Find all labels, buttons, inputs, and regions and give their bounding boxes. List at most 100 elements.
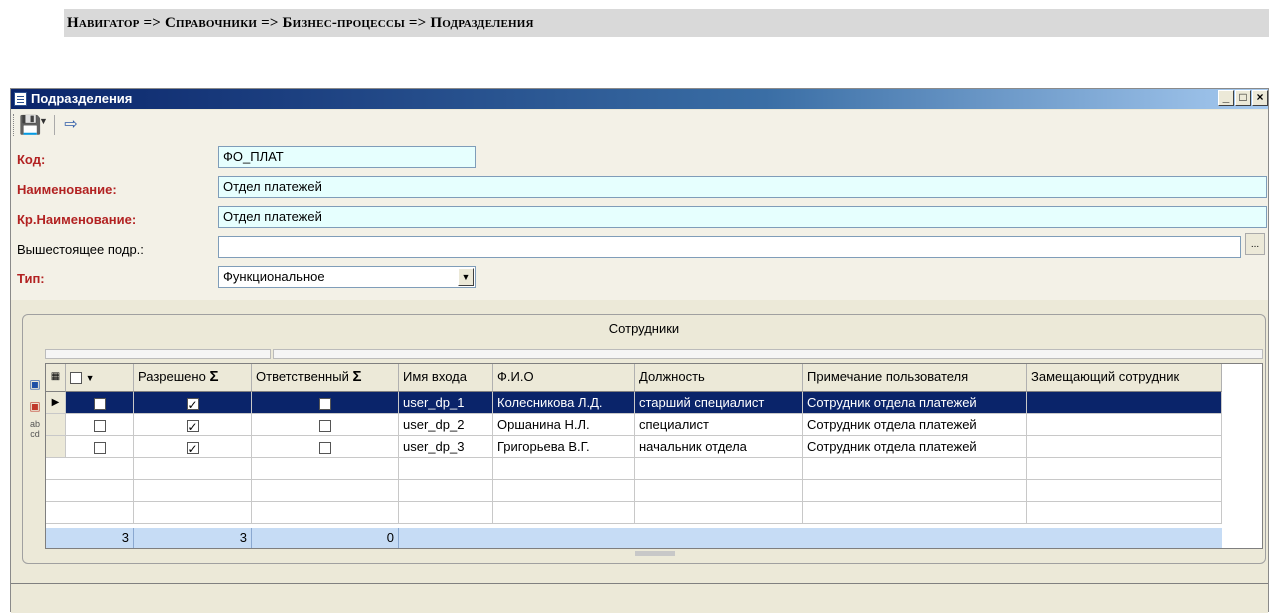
chevron-down-icon[interactable]: ▼ [458, 268, 474, 286]
type-select-value: Функциональное [223, 269, 325, 284]
header-fio[interactable]: Ф.И.О [493, 364, 635, 392]
login-cell[interactable]: user_dp_3 [399, 436, 493, 458]
parent-department-input[interactable] [218, 236, 1241, 258]
allowed-checkbox[interactable] [186, 417, 199, 435]
form-area: Код: ФО_ПЛАТ Наименование: Отдел платеже… [11, 140, 1268, 300]
substitute-cell[interactable] [1027, 436, 1222, 458]
empty-row[interactable] [46, 502, 1262, 524]
header-responsible-label: Ответственный [256, 369, 349, 384]
floppy-disk-icon[interactable]: 💾 [19, 115, 41, 135]
responsible-checkbox[interactable] [319, 419, 331, 432]
login-cell[interactable]: user_dp_2 [399, 414, 493, 436]
chevron-down-icon[interactable]: ▼ [86, 373, 95, 383]
note-cell[interactable]: Сотрудник отдела платежей [803, 392, 1027, 414]
side-buttons: ▣ ▣ ab cd [26, 373, 44, 439]
minimize-button[interactable]: _ [1218, 90, 1234, 106]
exit-icon[interactable]: ⇨ [61, 115, 81, 135]
header-login[interactable]: Имя входа [399, 364, 493, 392]
spellcheck-icon[interactable]: ab cd [26, 417, 44, 439]
splitter-handle[interactable] [635, 551, 675, 556]
departments-window: Подразделения _ □ × 💾 ▼ ⇨ Код: ФО_ПЛАТ Н… [10, 88, 1269, 613]
close-button[interactable]: × [1252, 90, 1268, 106]
select-all-header[interactable]: ▼ [66, 364, 134, 392]
position-cell[interactable]: начальник отдела [635, 436, 803, 458]
footer-count: 3 [46, 528, 134, 548]
allowed-cell[interactable] [134, 436, 252, 458]
column-chooser-icon[interactable]: ▦ [46, 364, 66, 392]
fio-cell[interactable]: Григорьева В.Г. [493, 436, 635, 458]
toolbar-separator [54, 115, 55, 135]
title-bar: Подразделения _ □ × [11, 89, 1268, 109]
parent-department-browse-button[interactable]: ... [1245, 233, 1265, 255]
row-select-checkbox[interactable] [93, 441, 106, 454]
type-select[interactable]: Функциональное ▼ [218, 266, 476, 288]
delete-row-icon[interactable]: ▣ [26, 395, 44, 417]
allowed-checkbox[interactable] [186, 439, 199, 457]
code-label: Код: [17, 152, 46, 167]
window-title: Подразделения [31, 91, 133, 106]
toolbar: 💾 ▼ ⇨ [11, 110, 1268, 140]
allowed-cell[interactable] [134, 392, 252, 414]
fio-cell[interactable]: Оршанина Н.Л. [493, 414, 635, 436]
footer-responsible-sum: 0 [252, 528, 399, 548]
table-row[interactable]: user_dp_2 Оршанина Н.Л. специалист Сотру… [46, 414, 1262, 436]
responsible-cell[interactable] [252, 414, 399, 436]
allowed-checkbox[interactable] [186, 395, 199, 413]
sigma-icon: Σ [352, 368, 362, 385]
row-select-cell[interactable] [66, 436, 134, 458]
name-label: Наименование: [17, 182, 117, 197]
fio-cell[interactable]: Колесникова Л.Д. [493, 392, 635, 414]
grid-splitter[interactable] [45, 551, 1263, 557]
select-all-checkbox[interactable] [70, 371, 82, 384]
form-icon [14, 92, 27, 106]
grid-header: ▦ ▼ Разрешено Σ Ответственный Σ Имя вход… [46, 364, 1262, 392]
table-row[interactable]: ▶ user_dp_1 Колесникова Л.Д. старший спе… [46, 392, 1262, 414]
header-position[interactable]: Должность [635, 364, 803, 392]
maximize-button[interactable]: □ [1235, 90, 1251, 106]
employees-grid: ▦ ▼ Разрешено Σ Ответственный Σ Имя вход… [45, 363, 1263, 549]
band-right[interactable] [273, 349, 1263, 359]
header-substitute[interactable]: Замещающий сотрудник [1027, 364, 1222, 392]
substitute-cell[interactable] [1027, 392, 1222, 414]
note-cell[interactable]: Сотрудник отдела платежей [803, 436, 1027, 458]
allowed-cell[interactable] [134, 414, 252, 436]
row-select-checkbox[interactable] [93, 397, 106, 410]
table-row[interactable]: user_dp_3 Григорьева В.Г. начальник отде… [46, 436, 1262, 458]
footer-allowed-sum: 3 [134, 528, 252, 548]
type-label: Тип: [17, 271, 45, 286]
header-allowed[interactable]: Разрешено Σ [134, 364, 252, 392]
row-select-cell[interactable] [66, 392, 134, 414]
responsible-cell[interactable] [252, 392, 399, 414]
row-select-checkbox[interactable] [93, 419, 106, 432]
row-indicator [46, 414, 66, 436]
code-input[interactable]: ФО_ПЛАТ [218, 146, 476, 168]
login-cell[interactable]: user_dp_1 [399, 392, 493, 414]
row-indicator-icon: ▶ [46, 392, 66, 414]
responsible-cell[interactable] [252, 436, 399, 458]
short-name-input[interactable]: Отдел платежей [218, 206, 1267, 228]
header-responsible[interactable]: Ответственный Σ [252, 364, 399, 392]
name-input[interactable]: Отдел платежей [218, 176, 1267, 198]
save-dropdown-icon[interactable]: ▼ [39, 116, 48, 126]
breadcrumb: Навигатор => Справочники => Бизнес-проце… [64, 9, 1269, 37]
responsible-checkbox[interactable] [319, 441, 331, 454]
grid-footer: 3 3 0 [46, 528, 1262, 548]
position-cell[interactable]: специалист [635, 414, 803, 436]
empty-row[interactable] [46, 480, 1262, 502]
footer-rest [399, 528, 1222, 548]
header-note[interactable]: Примечание пользователя [803, 364, 1027, 392]
empty-row[interactable] [46, 458, 1262, 480]
status-bar [11, 583, 1268, 613]
responsible-checkbox[interactable] [319, 397, 331, 410]
substitute-cell[interactable] [1027, 414, 1222, 436]
band-left[interactable] [45, 349, 271, 359]
note-cell[interactable]: Сотрудник отдела платежей [803, 414, 1027, 436]
row-indicator [46, 436, 66, 458]
add-row-icon[interactable]: ▣ [26, 373, 44, 395]
panel-title: Сотрудники [608, 321, 680, 336]
header-allowed-label: Разрешено [138, 369, 206, 384]
employees-panel: Сотрудники ▣ ▣ ab cd ▦ ▼ Разрешено Σ Отве… [22, 314, 1266, 564]
row-select-cell[interactable] [66, 414, 134, 436]
toolbar-grip[interactable] [13, 114, 16, 136]
position-cell[interactable]: старший специалист [635, 392, 803, 414]
